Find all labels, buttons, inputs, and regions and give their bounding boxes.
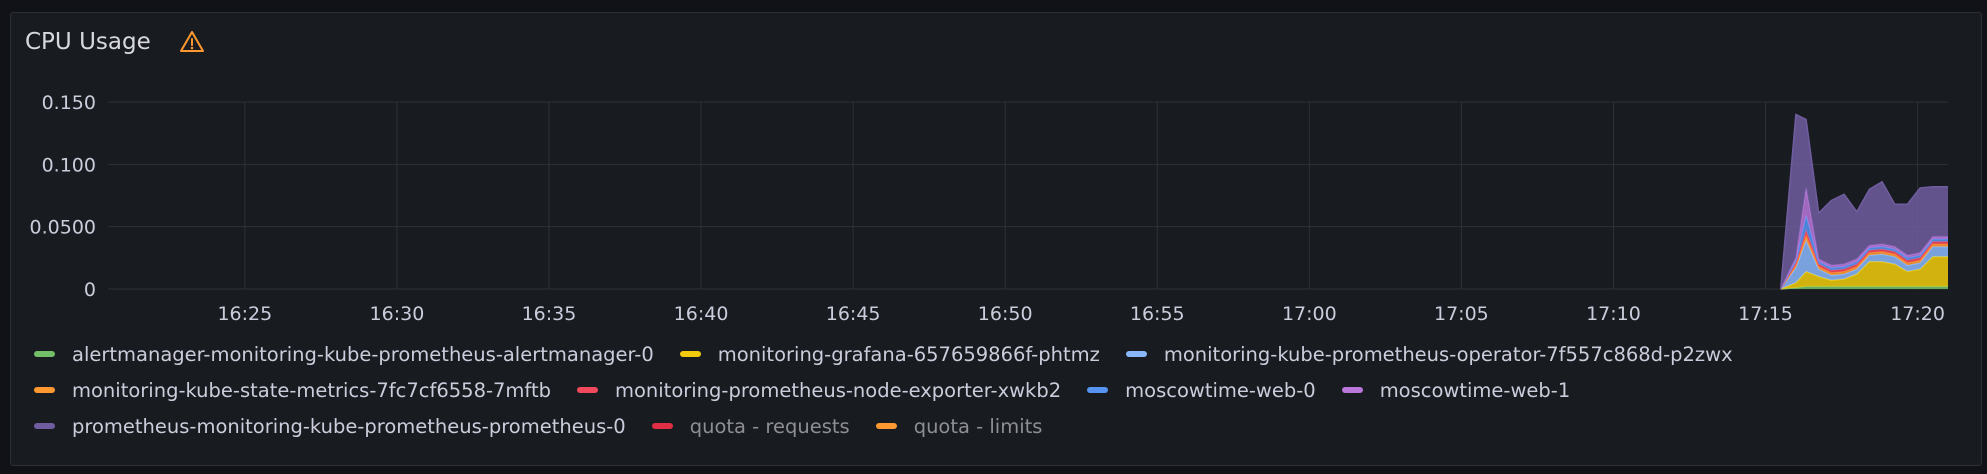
legend-item[interactable]: monitoring-kube-state-metrics-7fc7cf6558… <box>34 379 551 402</box>
legend-label: quota - limits <box>913 414 1043 438</box>
x-tick-label: 16:25 <box>217 303 272 325</box>
legend-label: monitoring-kube-prometheus-operator-7f55… <box>1163 342 1733 366</box>
legend-swatch <box>576 387 598 393</box>
legend-label: moscowtime-web-0 <box>1125 378 1316 402</box>
legend-swatch <box>651 423 673 429</box>
legend-item[interactable]: prometheus-monitoring-kube-prometheus-pr… <box>34 415 626 438</box>
legend-item[interactable]: monitoring-prometheus-node-exporter-xwkb… <box>576 378 1062 402</box>
legend-item[interactable]: alertmanager-monitoring-kube-prometheus-… <box>34 343 654 366</box>
chart-legend: alertmanager-monitoring-kube-prometheus-… <box>34 336 1954 444</box>
x-tick-label: 16:30 <box>370 303 425 325</box>
legend-label: alertmanager-monitoring-kube-prometheus-… <box>72 342 654 366</box>
y-tick-label: 0.150 <box>42 92 96 114</box>
legend-item[interactable]: quota - requests <box>651 414 850 438</box>
legend-swatch <box>1087 387 1109 393</box>
x-tick-label: 17:15 <box>1738 303 1793 325</box>
x-tick-label: 17:10 <box>1586 303 1641 325</box>
legend-swatch <box>679 351 701 357</box>
x-tick-label: 17:05 <box>1434 303 1489 325</box>
legend-swatch <box>34 387 55 393</box>
legend-row: prometheus-monitoring-kube-prometheus-pr… <box>34 408 1954 444</box>
x-tick-label: 16:55 <box>1130 303 1185 325</box>
legend-swatch <box>34 423 55 429</box>
legend-item[interactable]: moscowtime-web-0 <box>1087 379 1316 402</box>
legend-label: quota - requests <box>689 414 850 438</box>
x-tick-label: 16:45 <box>826 303 881 325</box>
legend-swatch <box>875 423 897 429</box>
x-tick-label: 16:50 <box>978 303 1033 325</box>
legend-label: monitoring-kube-state-metrics-7fc7cf6558… <box>72 378 551 402</box>
x-tick-label: 17:00 <box>1282 303 1337 325</box>
legend-item[interactable]: monitoring-grafana-657659866f-phtmz <box>679 342 1100 366</box>
legend-label: moscowtime-web-1 <box>1379 378 1571 402</box>
legend-swatch <box>1125 351 1147 357</box>
x-tick-label: 16:40 <box>674 303 729 325</box>
y-tick-label: 0 <box>84 279 96 301</box>
legend-swatch <box>1341 387 1363 393</box>
legend-swatch <box>34 351 55 357</box>
y-tick-label: 0.0500 <box>30 217 96 239</box>
x-tick-label: 16:35 <box>522 303 577 325</box>
legend-label: prometheus-monitoring-kube-prometheus-pr… <box>72 414 626 438</box>
y-tick-label: 0.100 <box>42 154 96 176</box>
legend-item[interactable]: quota - limits <box>875 414 1043 438</box>
x-tick-label: 17:20 <box>1890 303 1945 325</box>
legend-label: monitoring-grafana-657659866f-phtmz <box>717 342 1100 366</box>
legend-row: monitoring-kube-state-metrics-7fc7cf6558… <box>34 372 1954 408</box>
legend-row: alertmanager-monitoring-kube-prometheus-… <box>34 336 1954 372</box>
legend-label: monitoring-prometheus-node-exporter-xwkb… <box>614 378 1062 402</box>
legend-item[interactable]: moscowtime-web-1 <box>1341 378 1571 402</box>
legend-item[interactable]: monitoring-kube-prometheus-operator-7f55… <box>1125 342 1733 366</box>
